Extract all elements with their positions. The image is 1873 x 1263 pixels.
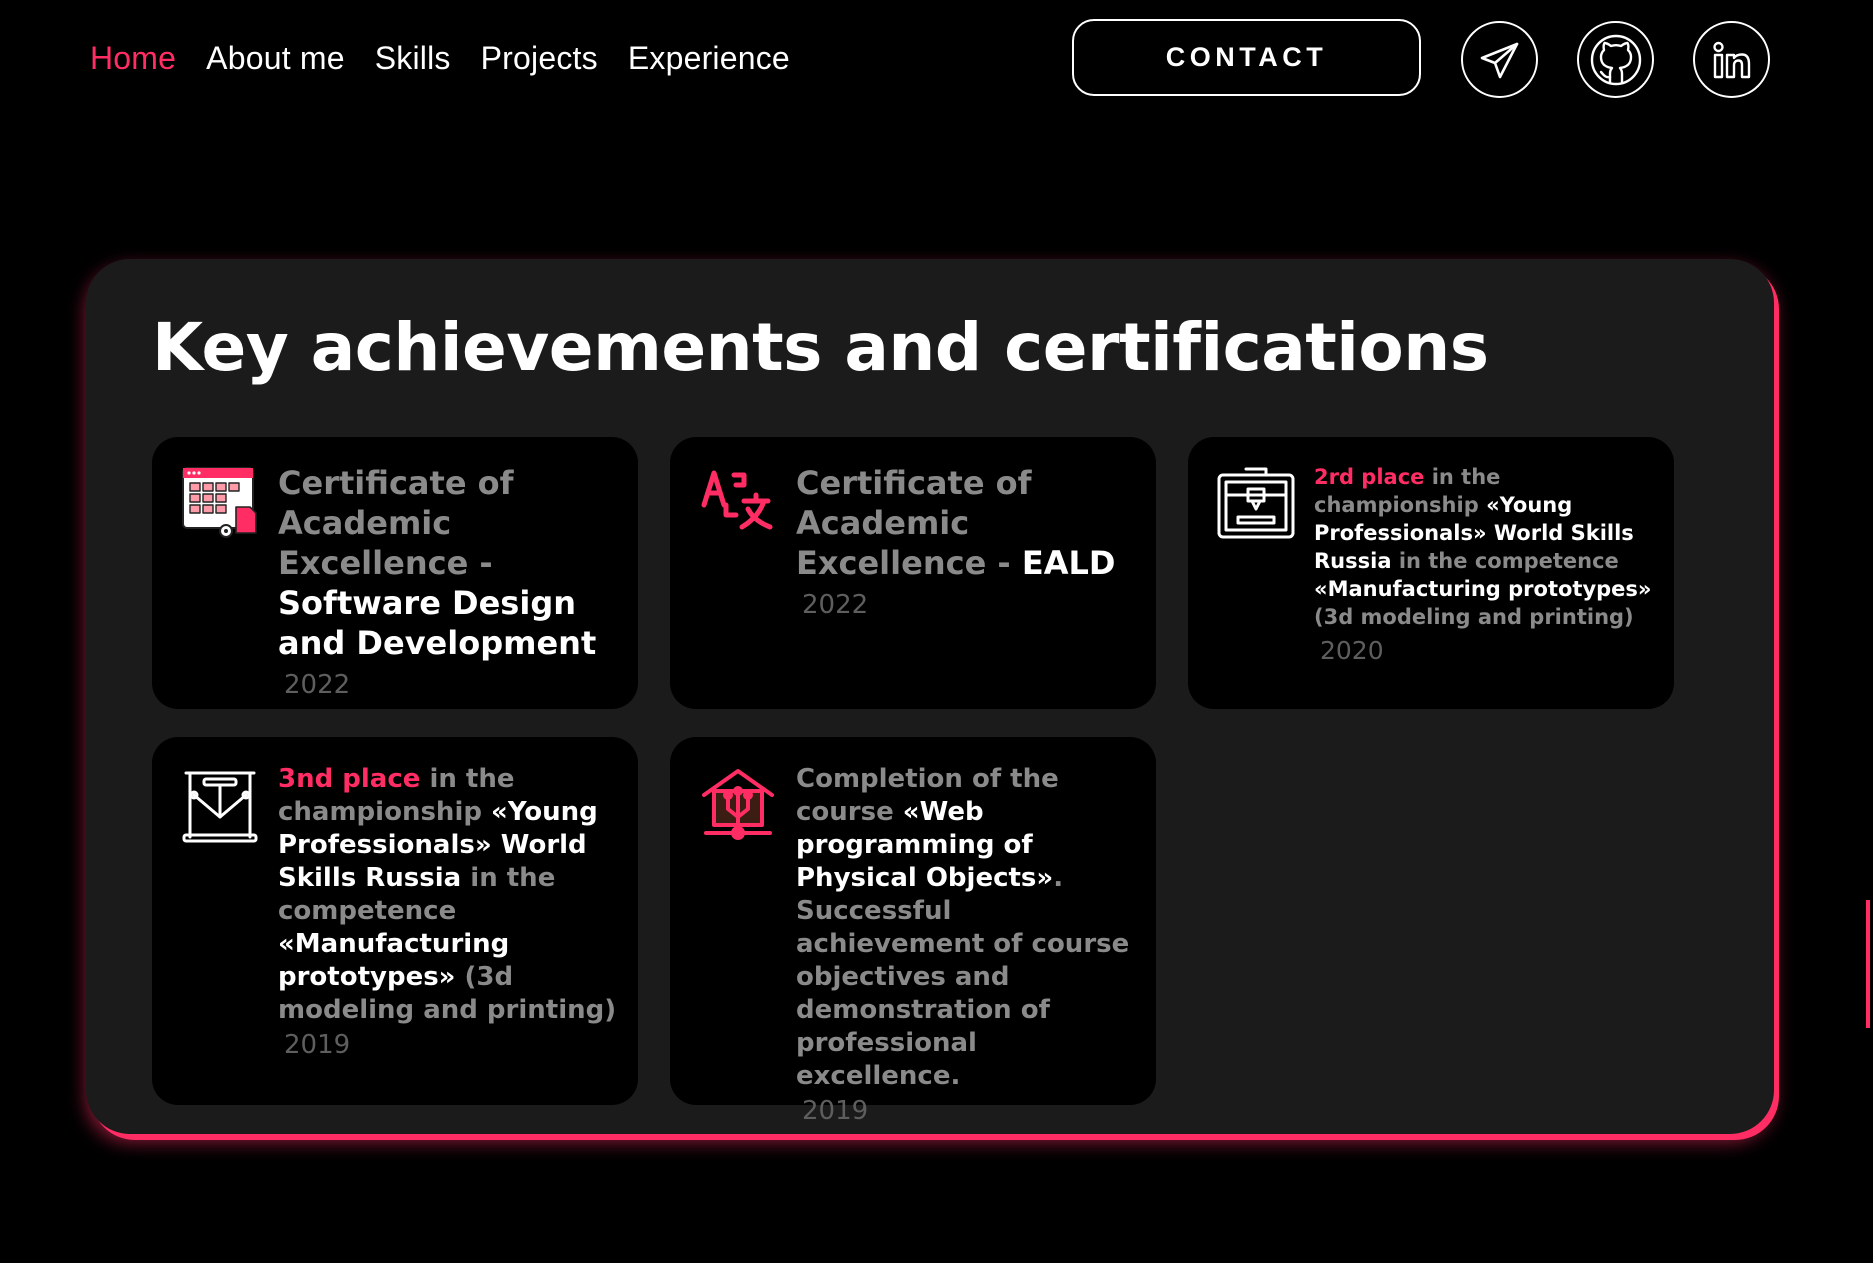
contact-button[interactable]: CONTACT xyxy=(1072,19,1421,96)
nav-skills[interactable]: Skills xyxy=(375,40,451,77)
achievement-year: 2019 xyxy=(802,1096,869,1126)
achievement-card-software-design: Certificate of Academic Excellence - Sof… xyxy=(152,437,638,709)
nav-experience[interactable]: Experience xyxy=(628,40,790,77)
telegram-icon xyxy=(1480,42,1518,78)
achievement-card-web-programming: Completion of the course «Web programmin… xyxy=(670,737,1156,1126)
achievement-year: 2022 xyxy=(284,670,351,700)
achievement-card-eald: Certificate of Academic Excellence - EAL… xyxy=(670,437,1156,709)
nav-projects[interactable]: Projects xyxy=(481,40,598,77)
achievement-card-2nd-place: 2rd place in the championship «Young Pro… xyxy=(1188,437,1674,709)
3d-model-icon xyxy=(182,771,258,843)
achievement-year: 2022 xyxy=(802,590,869,620)
telegram-link[interactable] xyxy=(1461,21,1538,98)
github-link[interactable] xyxy=(1577,21,1654,98)
section-title: Key achievements and certifications xyxy=(152,309,1489,386)
github-icon xyxy=(1590,34,1641,85)
achievement-card-3rd-place: 3nd place in the championship «Young Pro… xyxy=(152,737,638,1105)
software-design-icon xyxy=(182,467,257,538)
achievement-year: 2019 xyxy=(284,1030,351,1060)
achievement-text: 2rd place in the championship «Young Pro… xyxy=(1314,463,1658,665)
achievement-text: Certificate of Academic Excellence - EAL… xyxy=(796,463,1140,625)
smart-home-icon xyxy=(702,769,774,840)
linkedin-icon xyxy=(1712,41,1750,78)
achievement-text: Certificate of Academic Excellence - Sof… xyxy=(278,463,622,705)
achievement-year: 2020 xyxy=(1320,636,1384,665)
nav-about-me[interactable]: About me xyxy=(206,40,345,77)
linkedin-link[interactable] xyxy=(1693,21,1770,98)
main-nav: Home About me Skills Projects Experience xyxy=(90,40,790,77)
achievement-text: 3nd place in the championship «Young Pro… xyxy=(278,763,622,1062)
scroll-indicator[interactable] xyxy=(1866,900,1870,1028)
achievements-panel: Key achievements and certifications Cert… xyxy=(86,259,1774,1134)
translate-icon xyxy=(701,470,773,530)
3d-printer-icon xyxy=(1217,467,1295,539)
nav-home[interactable]: Home xyxy=(90,40,176,77)
achievement-text: Completion of the course «Web programmin… xyxy=(796,763,1140,1128)
